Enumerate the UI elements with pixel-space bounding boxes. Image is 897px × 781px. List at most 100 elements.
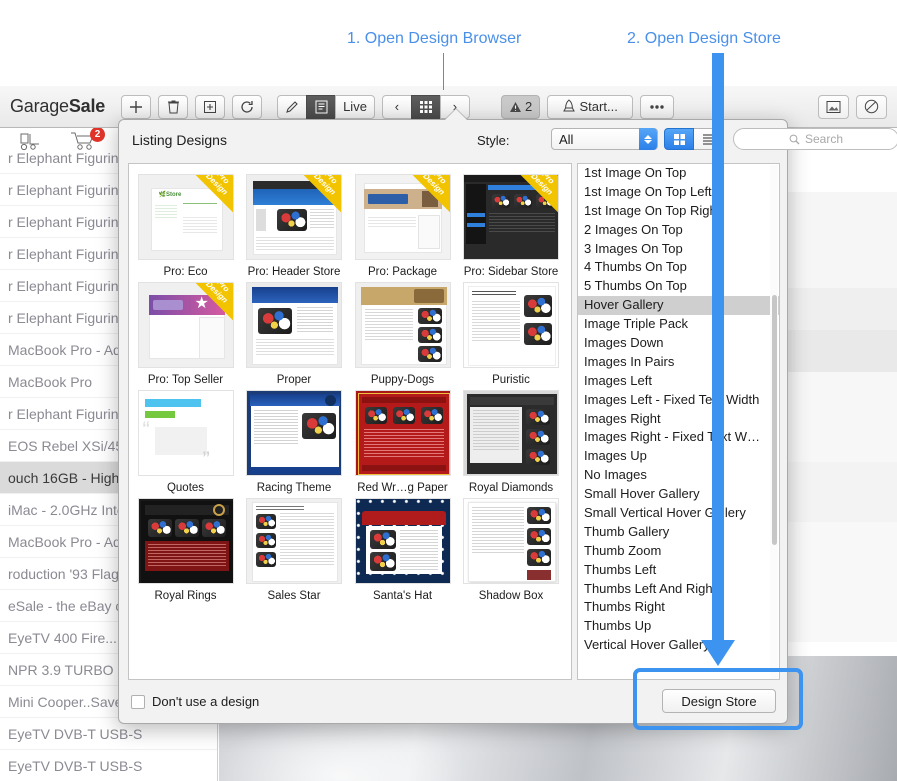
layout-list-item[interactable]: Images Right - Fixed Text W… (578, 428, 779, 447)
design-thumbnail[interactable] (246, 498, 342, 584)
layouts-scrollbar[interactable] (770, 165, 778, 679)
design-cell[interactable]: Puppy-Dogs (350, 278, 455, 386)
design-thumbnail[interactable] (354, 390, 451, 476)
design-cell[interactable]: Pro Design Pro: Package (350, 170, 455, 278)
layout-list-item[interactable]: 5 Thumbs On Top (578, 277, 779, 296)
design-cell[interactable]: Pro Design Pro: Header Store (242, 170, 347, 278)
previous-design-button[interactable]: ‹ (381, 94, 412, 119)
images-panel-button[interactable] (818, 94, 849, 119)
brand-bold: Sale (68, 96, 106, 116)
design-thumbnail[interactable]: “” (137, 390, 234, 476)
layout-list-item[interactable]: Thumb Zoom (578, 542, 779, 561)
layout-list-item[interactable]: Thumbs Left And Right (578, 580, 779, 599)
design-name: Pro: Header Store (247, 266, 341, 278)
design-thumbnail[interactable]: Pro Design (246, 174, 342, 260)
dont-use-design-checkbox[interactable]: Don't use a design (131, 694, 259, 709)
design-thumbnail[interactable]: ★ Pro Design (137, 282, 234, 368)
delete-listing-button[interactable] (158, 94, 189, 119)
layout-list-item-label: Thumbs Up (584, 618, 652, 634)
design-thumbnail[interactable] (463, 498, 559, 584)
design-cell[interactable]: “” Quotes (133, 386, 238, 494)
design-cell[interactable]: Pro Design Pro: Sidebar Store (459, 170, 564, 278)
layout-list-item[interactable]: Image Triple Pack (578, 315, 779, 334)
start-button[interactable]: Start... (547, 94, 634, 119)
layout-list-item[interactable]: 3 Images On Top (578, 240, 779, 259)
layout-list-item[interactable]: Images Down (578, 334, 779, 353)
warning-count: 2 (524, 99, 533, 114)
duplicate-listing-button[interactable] (195, 94, 226, 119)
brand-light: Garage (10, 96, 69, 116)
layout-list-item[interactable]: Thumbs Right (578, 598, 779, 617)
list-item[interactable]: EyeTV DVB-T USB-S (0, 750, 217, 781)
design-thumbnail[interactable] (246, 282, 342, 368)
design-cell[interactable]: Shadow Box (459, 494, 564, 602)
editor-mode-group: Live (277, 94, 375, 119)
layouts-list-pane[interactable]: 1st Image On Top 1st Image On Top Left 1st… (577, 163, 780, 680)
design-thumbnail[interactable] (463, 282, 559, 368)
live-preview-button[interactable]: Live (335, 94, 375, 119)
list-view-button[interactable] (694, 128, 724, 150)
design-cell[interactable]: Racing Theme (242, 386, 347, 494)
list-item-label: r Elephant Figurine - (8, 150, 135, 166)
checkbox-box[interactable] (131, 694, 145, 709)
layout-list-item[interactable]: 1st Image On Top (578, 164, 779, 183)
layout-list-item[interactable]: 1st Image On Top Right (578, 202, 779, 221)
design-cell[interactable]: Puristic (459, 278, 564, 386)
layout-list-item[interactable]: Thumbs Up (578, 617, 779, 636)
search-input[interactable]: Search (733, 128, 897, 150)
design-cell[interactable]: Santa's Hat (350, 494, 455, 602)
open-design-browser-button[interactable] (410, 94, 441, 119)
layout-list-item-label: Images Up (584, 448, 647, 464)
layout-list-item-label: 1st Image On Top (584, 165, 687, 180)
edit-mode-button[interactable] (277, 94, 308, 119)
layout-list-item-label: 1st Image On Top Right (584, 202, 721, 218)
design-thumbnail[interactable] (137, 498, 234, 584)
layout-list-item-label: Images In Pairs (584, 353, 675, 369)
refresh-button[interactable] (232, 94, 263, 119)
layout-list-item[interactable]: 2 Images On Top (578, 221, 779, 240)
design-cell[interactable]: Proper (242, 278, 347, 386)
layout-list-item-label: 2 Images On Top (584, 221, 683, 237)
layout-list-item-label: Thumbs Left (584, 561, 657, 577)
layout-list-item[interactable]: Images Up (578, 447, 779, 466)
layout-list-item[interactable]: Images Right (578, 410, 779, 429)
grid-view-button[interactable] (664, 128, 694, 150)
design-name: Red Wr…g Paper (357, 482, 448, 494)
layout-list-item[interactable]: 4 Thumbs On Top (578, 258, 779, 277)
layout-list-item[interactable]: Thumb Gallery (578, 523, 779, 542)
layout-list-item[interactable]: Images Left - Fixed Text Width (578, 391, 779, 410)
more-options-button[interactable] (640, 94, 675, 119)
layout-list-item[interactable]: Small Hover Gallery (578, 485, 779, 504)
layout-list-item[interactable]: Images In Pairs (578, 353, 779, 372)
design-cell[interactable]: Royal Diamonds (459, 386, 564, 494)
design-cell[interactable]: Red Wr…g Paper (350, 386, 455, 494)
layout-list-item[interactable]: Images Left (578, 372, 779, 391)
chevron-updown-icon[interactable] (639, 128, 657, 150)
layout-list-item[interactable]: Hover Gallery (578, 296, 779, 316)
layout-list-item-label: Image Triple Pack (584, 316, 689, 332)
design-cell[interactable]: Sales Star (242, 494, 347, 602)
design-name: Pro: Top Seller (147, 374, 224, 386)
layout-list-item[interactable]: 1st Image On Top Left (578, 183, 779, 202)
description-mode-button[interactable] (306, 94, 337, 119)
design-cell[interactable]: 🌿Store Pro Design Pro: Eco (133, 170, 238, 278)
design-thumbnail[interactable] (354, 282, 451, 368)
design-cell[interactable]: Royal Rings (133, 494, 238, 602)
design-thumbnail[interactable] (354, 498, 451, 584)
design-thumbnail[interactable]: Pro Design (463, 174, 559, 260)
design-thumbnail[interactable]: Pro Design (354, 174, 451, 260)
layout-list-item[interactable]: Vertical Hover Gallery (578, 636, 779, 655)
layout-list-item[interactable]: No Images (578, 466, 779, 485)
layout-list-item[interactable]: Small Vertical Hover Gallery (578, 504, 779, 523)
layout-list-item[interactable]: Thumbs Left (578, 561, 779, 580)
design-cell[interactable]: ★ Pro Design Pro: Top Seller (133, 278, 238, 386)
preview-panel-button[interactable] (856, 94, 887, 119)
design-thumbnail[interactable]: 🌿Store Pro Design (137, 174, 234, 260)
design-thumbnail[interactable] (463, 390, 559, 476)
warnings-button[interactable]: 2 (500, 94, 541, 119)
designs-grid-pane[interactable]: 🌿Store Pro Design Pro: Eco Pro Design Pro: Hea… (128, 163, 572, 680)
add-listing-button[interactable] (121, 94, 152, 119)
design-store-button[interactable]: Design Store (662, 689, 776, 713)
style-select[interactable]: All (551, 128, 658, 150)
design-thumbnail[interactable] (246, 390, 342, 476)
